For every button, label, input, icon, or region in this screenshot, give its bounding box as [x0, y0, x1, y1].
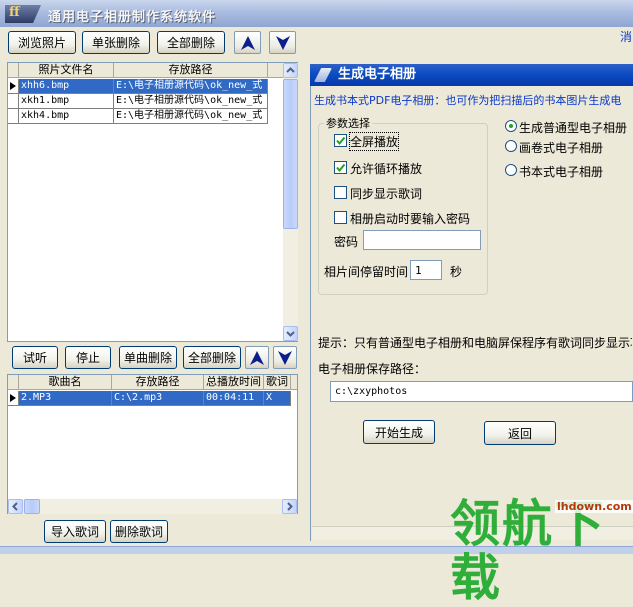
photo-filename: xhh6.bmp	[19, 79, 114, 94]
browse-photos-button[interactable]: 浏览照片	[8, 31, 76, 54]
check-icon	[336, 136, 346, 146]
password-required-label[interactable]: 相册启动时要输入密码	[350, 210, 470, 227]
current-row-icon	[10, 394, 16, 402]
interval-input[interactable]: 1	[410, 260, 442, 280]
right-edge-label: 消	[620, 30, 633, 44]
stop-button[interactable]: 停止	[65, 346, 111, 369]
book-album-radio[interactable]	[505, 164, 517, 176]
delete-photo-button[interactable]: 单张删除	[82, 31, 150, 54]
column-header-song[interactable]: 歌曲名	[19, 375, 112, 389]
music-list-hscrollbar[interactable]	[8, 499, 297, 514]
arrow-down-icon	[275, 35, 290, 50]
watermark-logo: 领航下载	[450, 495, 606, 607]
song-name: 2.MP3	[19, 391, 112, 406]
delete-all-photos-button[interactable]: 全部删除	[157, 31, 225, 54]
sync-lyrics-label[interactable]: 同步显示歌词	[350, 185, 422, 202]
song-path: C:\2.mp3	[112, 391, 204, 406]
normal-album-radio[interactable]	[505, 120, 517, 132]
interval-unit: 秒	[450, 265, 463, 279]
album-info-text: 生成书本式PDF电子相册：也可作为把扫描后的书本图片生成电	[314, 94, 622, 107]
photo-list-header: 照片文件名 存放路径	[8, 63, 283, 78]
scroll-left-button[interactable]	[8, 499, 23, 514]
move-up-button[interactable]	[234, 31, 261, 54]
app-logo: ff	[5, 5, 41, 23]
listen-button[interactable]: 试听	[12, 346, 58, 369]
interval-label: 相片间停留时间	[324, 265, 409, 279]
arrow-up-icon	[250, 350, 264, 365]
music-list-header: 歌曲名 存放路径 总播放时间 歌词	[8, 375, 297, 390]
song-move-down-button[interactable]	[273, 346, 297, 369]
options-group-title: 参数选择	[324, 115, 372, 131]
delete-all-songs-button[interactable]: 全部删除	[183, 346, 241, 369]
chevron-left-icon	[12, 502, 18, 511]
lyrics-tip-text: 提示：只有普通型电子相册和电脑屏保程序有歌词同步显示功	[318, 336, 632, 350]
title-bar: ff 通用电子相册制作系统软件	[0, 0, 633, 27]
chevron-right-icon	[287, 502, 293, 511]
save-path-label: 电子相册保存路径：	[318, 362, 427, 376]
window-title: 通用电子相册制作系统软件	[48, 10, 217, 25]
chevron-down-icon	[286, 331, 295, 337]
password-field[interactable]	[363, 230, 481, 250]
fullscreen-checkbox[interactable]	[334, 134, 347, 147]
song-move-up-button[interactable]	[245, 346, 269, 369]
generate-button[interactable]: 开始生成	[363, 420, 435, 444]
password-label: 密码	[334, 235, 359, 249]
photo-path: E:\电子相册源代码\ok_new_式	[114, 94, 268, 109]
photo-filename: xkh1.bmp	[19, 94, 114, 109]
password-checkbox[interactable]	[334, 211, 347, 224]
column-header-lyrics[interactable]: 歌词	[264, 375, 291, 389]
save-path-input[interactable]: c:\zxyphotos	[330, 381, 633, 402]
loop-label[interactable]: 允许循环播放	[350, 160, 422, 177]
scroll-down-button[interactable]	[283, 326, 298, 341]
column-header-duration[interactable]: 总播放时间	[204, 375, 264, 389]
table-row[interactable]: xkh4.bmp E:\电子相册源代码\ok_new_式	[8, 109, 268, 124]
check-icon	[336, 163, 346, 173]
fullscreen-label[interactable]: 全屏播放	[348, 132, 400, 151]
song-duration: 00:04:11	[204, 391, 264, 406]
music-list[interactable]: 歌曲名 存放路径 总播放时间 歌词 2.MP3 C:\2.mp3 00:04:1…	[7, 374, 298, 514]
table-row[interactable]: xkh1.bmp E:\电子相册源代码\ok_new_式	[8, 94, 268, 109]
watermark-site: lhdown.com	[555, 500, 633, 513]
column-header-filename[interactable]: 照片文件名	[19, 63, 114, 77]
scroll-up-button[interactable]	[283, 63, 298, 78]
loop-checkbox[interactable]	[334, 161, 347, 174]
chevron-up-icon	[286, 67, 295, 73]
scroll-album-label[interactable]: 画卷式电子相册	[519, 139, 603, 156]
move-down-button[interactable]	[269, 31, 296, 54]
table-row[interactable]: 2.MP3 C:\2.mp3 00:04:11 X	[8, 391, 291, 406]
sync-lyrics-checkbox[interactable]	[334, 186, 347, 199]
photo-path: E:\电子相册源代码\ok_new_式	[114, 109, 268, 124]
book-album-label[interactable]: 书本式电子相册	[519, 163, 603, 180]
scroll-right-button[interactable]	[282, 499, 297, 514]
back-button[interactable]: 返回	[484, 421, 556, 445]
scroll-album-radio[interactable]	[505, 140, 517, 152]
photo-list[interactable]: 照片文件名 存放路径 xhh6.bmp E:\电子相册源代码\ok_new_式 …	[7, 62, 298, 342]
delete-song-button[interactable]: 单曲删除	[119, 346, 177, 369]
column-header-path[interactable]: 存放路径	[114, 63, 268, 77]
radio-dot-icon	[509, 124, 513, 128]
photo-path: E:\电子相册源代码\ok_new_式	[114, 79, 268, 94]
table-row[interactable]: xhh6.bmp E:\电子相册源代码\ok_new_式	[8, 79, 268, 94]
current-row-icon	[10, 82, 16, 90]
scroll-thumb[interactable]	[283, 79, 298, 229]
normal-album-label[interactable]: 生成普通型电子相册	[519, 119, 627, 136]
scroll-thumb[interactable]	[24, 499, 40, 514]
delete-lyrics-button[interactable]: 删除歌词	[110, 520, 168, 543]
photo-list-scrollbar[interactable]	[283, 63, 298, 341]
photo-filename: xkh4.bmp	[19, 109, 114, 124]
song-lyric-flag: X	[264, 391, 291, 406]
arrow-up-icon	[240, 35, 255, 50]
arrow-down-icon	[278, 350, 292, 365]
album-panel-title: 生成电子相册	[310, 64, 633, 86]
import-lyrics-button[interactable]: 导入歌词	[44, 520, 106, 543]
column-header-song-path[interactable]: 存放路径	[112, 375, 204, 389]
